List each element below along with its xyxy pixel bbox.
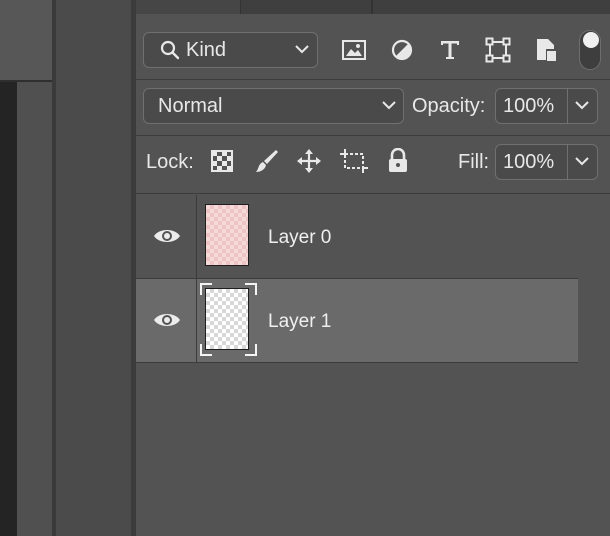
divider — [567, 145, 568, 179]
smart-object-filter-icon[interactable] — [532, 36, 560, 64]
fill-label: Fill: — [458, 151, 490, 173]
type-layer-filter-icon[interactable] — [436, 36, 464, 64]
document-canvas — [0, 82, 17, 536]
chevron-down-icon[interactable] — [574, 155, 590, 167]
divider — [567, 89, 568, 123]
fill-value[interactable]: 100% — [503, 152, 554, 172]
eye-icon[interactable] — [153, 226, 181, 246]
divider — [136, 362, 578, 363]
chevron-down-icon[interactable] — [574, 99, 590, 111]
opacity-label: Opacity: — [412, 95, 486, 117]
divider — [136, 135, 610, 136]
adjustment-layer-filter-icon[interactable] — [388, 36, 416, 64]
layer-thumbnail — [205, 288, 249, 350]
lock-all-icon[interactable] — [383, 146, 413, 176]
panel-tab[interactable] — [240, 0, 372, 14]
search-icon — [160, 40, 180, 65]
selection-bracket — [200, 283, 212, 295]
divider — [196, 195, 197, 278]
filter-kind-label: Kind — [186, 39, 227, 61]
divider — [136, 79, 610, 80]
opacity-value[interactable]: 100% — [503, 96, 554, 116]
selection-bracket — [245, 283, 257, 295]
divider — [196, 279, 197, 362]
layer-name[interactable]: Layer 0 — [268, 227, 331, 249]
layer-thumbnail — [205, 204, 249, 266]
chevron-down-icon — [381, 99, 397, 111]
divider — [136, 193, 610, 194]
selection-bracket — [245, 344, 257, 356]
chevron-down-icon — [294, 43, 310, 55]
collapsed-panel-dock — [56, 0, 132, 536]
canvas-area-top — [0, 0, 54, 80]
lock-artboard-icon[interactable] — [339, 146, 369, 176]
lock-transparent-pixels-icon[interactable] — [207, 146, 237, 176]
layer-row[interactable] — [136, 195, 578, 278]
canvas-margin — [17, 82, 52, 536]
shape-layer-filter-icon[interactable] — [484, 36, 512, 64]
lock-position-icon[interactable] — [294, 146, 324, 176]
lock-label: Lock: — [146, 151, 194, 173]
panel-tab[interactable] — [372, 0, 610, 14]
blend-mode-value: Normal — [158, 95, 223, 117]
filter-toggle-knob — [583, 32, 599, 48]
eye-icon[interactable] — [153, 310, 181, 330]
selection-bracket — [200, 344, 212, 356]
lock-image-pixels-icon[interactable] — [252, 146, 282, 176]
pixel-layer-filter-icon[interactable] — [340, 36, 368, 64]
layer-name[interactable]: Layer 1 — [268, 311, 331, 333]
